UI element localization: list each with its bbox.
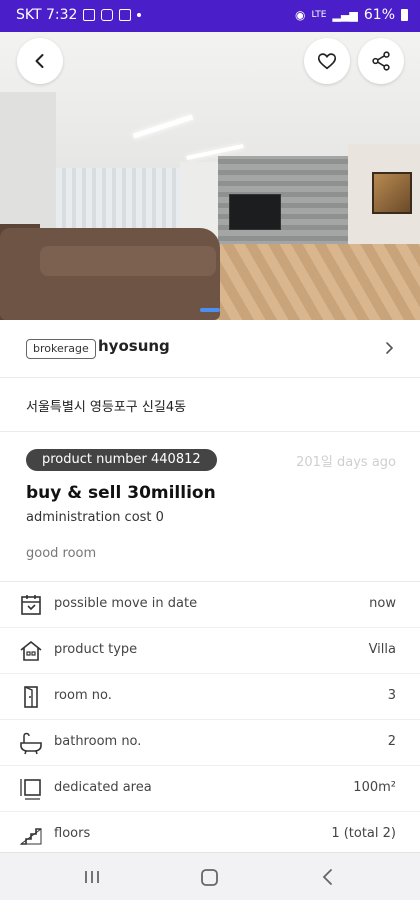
area-icon xyxy=(20,779,41,800)
status-bar: SKT 7:32 ◉ LTE ▂▄▆ 61% xyxy=(0,0,420,32)
calendar-icon xyxy=(21,595,41,615)
listing-price: buy & sell 30million xyxy=(26,483,216,503)
mail-icon xyxy=(119,9,132,21)
photo-page-indicator xyxy=(200,308,220,312)
attribute-value: 100m² xyxy=(353,780,396,795)
address-text: 서울특별시 영등포구 신길4동 xyxy=(26,400,187,415)
attribute-value: now xyxy=(369,596,396,611)
home-icon[interactable] xyxy=(198,865,222,889)
attribute-value: 2 xyxy=(387,734,396,749)
favorite-button[interactable] xyxy=(304,38,350,84)
back-arrow-icon xyxy=(35,54,44,68)
status-time: SKT 7:32 xyxy=(16,7,78,23)
battery-level: 61% xyxy=(363,7,395,23)
signal-icon: ▂▄▆ xyxy=(332,8,358,22)
property-photo[interactable] xyxy=(0,32,420,320)
attribute-label: product type xyxy=(54,642,138,657)
attribute-row: dedicated area 100m² xyxy=(0,766,420,812)
hotspot-icon: ◉ xyxy=(295,8,306,22)
attribute-label: floors xyxy=(54,826,91,841)
attribute-value: Villa xyxy=(368,642,396,657)
photo-sofa-cushion xyxy=(40,246,216,276)
attribute-label: room no. xyxy=(54,688,112,703)
attribute-row: room no. 3 xyxy=(0,674,420,720)
photo-painting xyxy=(372,172,412,214)
battery-icon xyxy=(401,9,408,21)
listing-description: good room xyxy=(26,546,97,561)
administration-cost: administration cost 0 xyxy=(26,510,164,525)
system-back-icon[interactable] xyxy=(316,865,340,889)
stairs-icon xyxy=(19,828,42,845)
address-row: 서울특별시 영등포구 신길4동 xyxy=(0,378,420,432)
bathtub-icon xyxy=(20,732,42,755)
more-notifications-icon xyxy=(137,13,142,17)
back-button[interactable] xyxy=(17,38,63,84)
brokerage-tag: brokerage xyxy=(26,339,96,359)
chevron-right-icon xyxy=(386,342,394,354)
broker-row[interactable]: brokerage hyosung xyxy=(0,320,420,378)
product-number-badge: product number 440812 xyxy=(26,449,217,471)
heart-icon xyxy=(317,53,337,70)
house-icon xyxy=(20,640,42,661)
posted-ago: 201일 days ago xyxy=(296,455,396,470)
attribute-row: possible move in date now xyxy=(0,582,420,628)
attribute-row: product type Villa xyxy=(0,628,420,674)
door-icon xyxy=(24,686,38,708)
youtube-icon xyxy=(101,9,114,21)
photo-tv xyxy=(229,194,281,230)
lte-label: LTE xyxy=(311,10,327,20)
attribute-label: bathroom no. xyxy=(54,734,142,749)
attribute-row: bathroom no. 2 xyxy=(0,720,420,766)
recent-apps-icon[interactable] xyxy=(80,865,104,889)
system-navigation-bar xyxy=(0,852,420,900)
gallery-icon xyxy=(83,9,96,21)
share-icon xyxy=(372,51,390,71)
attribute-label: possible move in date xyxy=(54,596,198,611)
attribute-value: 1 (total 2) xyxy=(331,826,396,841)
share-button[interactable] xyxy=(358,38,404,84)
broker-name: hyosung xyxy=(98,337,170,355)
attribute-label: dedicated area xyxy=(54,780,152,795)
attribute-value: 3 xyxy=(387,688,396,703)
listing-info: product number 440812 201일 days ago buy … xyxy=(0,432,420,582)
